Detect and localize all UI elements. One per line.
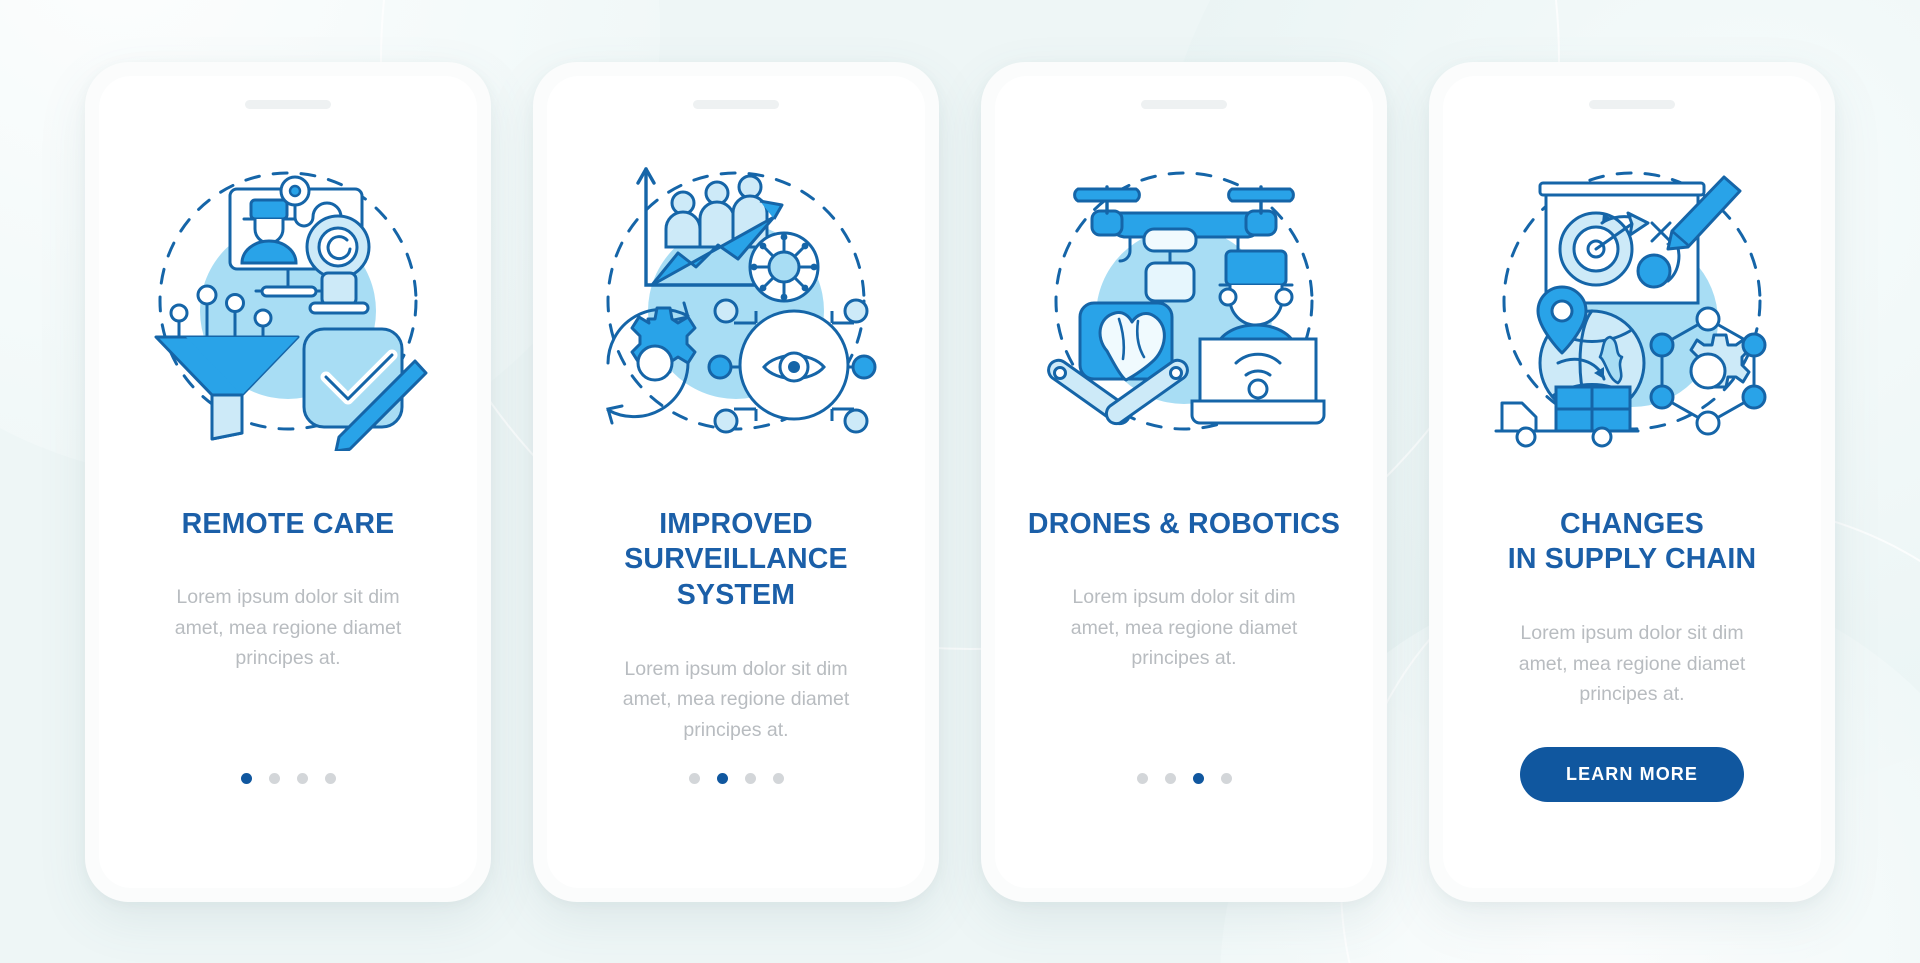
page-title: IMPROVED SURVEILLANCE SYSTEM: [547, 507, 925, 615]
drones-robotics-illustration: [1034, 151, 1334, 451]
surveillance-system-illustration: [586, 151, 886, 451]
phone-mockup-surveillance: IMPROVED SURVEILLANCE SYSTEM Lorem ipsum…: [533, 61, 939, 902]
pagination-dot-3[interactable]: [744, 772, 756, 784]
pagination-dot-4[interactable]: [772, 772, 784, 784]
phone-speaker-notch: [693, 99, 779, 109]
remote-care-illustration: [138, 151, 438, 451]
phone-speaker-notch: [1141, 99, 1227, 109]
pagination-dot-2[interactable]: [1164, 772, 1176, 784]
page-description: Lorem ipsum dolor sit dim amet, mea regi…: [174, 586, 402, 669]
title-line: CHANGES: [1560, 507, 1704, 540]
pagination-dot-2[interactable]: [268, 772, 280, 784]
page-title: REMOTE CARE: [156, 507, 421, 543]
page-description: Lorem ipsum dolor sit dim amet, mea regi…: [1070, 586, 1298, 669]
title-line: IN SUPPLY CHAIN: [1507, 543, 1757, 576]
screen-remote-care: REMOTE CARE Lorem ipsum dolor sit dim am…: [99, 75, 477, 888]
title-line: REMOTE CARE: [181, 507, 395, 540]
phone-mockup-supply-chain: CHANGES IN SUPPLY CHAIN Lorem ipsum dolo…: [1429, 61, 1835, 902]
title-line: SURVEILLANCE SYSTEM: [624, 543, 848, 612]
pagination-dot-3[interactable]: [296, 772, 308, 784]
page-title: DRONES & ROBOTICS: [1002, 507, 1366, 543]
phone-speaker-notch: [1589, 99, 1675, 109]
pagination-dot-1[interactable]: [688, 772, 700, 784]
onboarding-screens-row: REMOTE CARE Lorem ipsum dolor sit dim am…: [0, 0, 1920, 963]
screen-improved-surveillance-system: IMPROVED SURVEILLANCE SYSTEM Lorem ipsum…: [547, 75, 925, 888]
page-description: Lorem ipsum dolor sit dim amet, mea regi…: [622, 658, 850, 741]
pagination-dots[interactable]: [240, 772, 336, 784]
page-title: CHANGES IN SUPPLY CHAIN: [1482, 507, 1782, 579]
phone-mockup-remote-care: REMOTE CARE Lorem ipsum dolor sit dim am…: [85, 61, 491, 902]
phone-mockup-drones: DRONES & ROBOTICS Lorem ipsum dolor sit …: [981, 61, 1387, 902]
pagination-dot-4[interactable]: [1220, 772, 1232, 784]
learn-more-button[interactable]: LEARN MORE: [1520, 746, 1744, 802]
pagination-dot-4[interactable]: [324, 772, 336, 784]
pagination-dots[interactable]: [688, 772, 784, 784]
screen-changes-in-supply-chain: CHANGES IN SUPPLY CHAIN Lorem ipsum dolo…: [1443, 75, 1821, 888]
pagination-dots[interactable]: [1136, 772, 1232, 784]
supply-chain-illustration: [1482, 151, 1782, 451]
pagination-dot-1[interactable]: [240, 772, 252, 784]
phone-speaker-notch: [245, 99, 331, 109]
page-description: Lorem ipsum dolor sit dim amet, mea regi…: [1518, 622, 1746, 705]
title-line: DRONES & ROBOTICS: [1027, 507, 1341, 540]
pagination-dot-3[interactable]: [1192, 772, 1204, 784]
pagination-dot-2[interactable]: [716, 772, 728, 784]
pagination-dot-1[interactable]: [1136, 772, 1148, 784]
screen-drones-and-robotics: DRONES & ROBOTICS Lorem ipsum dolor sit …: [995, 75, 1373, 888]
title-line: IMPROVED: [659, 507, 813, 540]
